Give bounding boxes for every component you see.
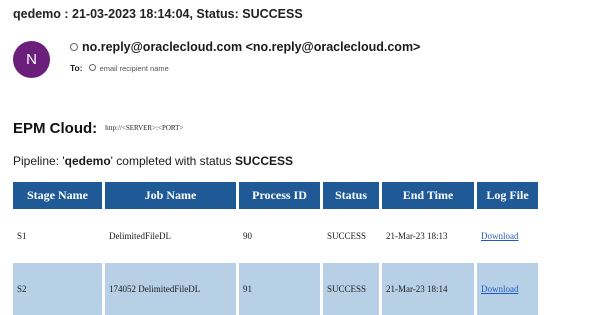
recipient-line: To: email recipient name — [70, 63, 169, 73]
table-row: S2 174052 DelimitedFileDL 91 SUCCESS 21-… — [13, 263, 538, 315]
presence-icon — [70, 42, 78, 51]
cell-process-id: 90 — [239, 209, 320, 263]
cell-job-name: 174052 DelimitedFileDL — [105, 263, 236, 315]
pipeline-prefix: Pipeline: ' — [13, 154, 65, 168]
cell-end-time: 21-Mar-23 18:14 — [382, 263, 474, 315]
cell-process-id: 91 — [239, 263, 320, 315]
cell-status: SUCCESS — [323, 263, 379, 315]
avatar-initial: N — [26, 51, 37, 68]
server-url: http://<SERVER>:<PORT> — [105, 124, 184, 132]
pipeline-middle: ' completed with status — [110, 154, 236, 168]
epm-heading: EPM Cloud: http://<SERVER>:<PORT> — [13, 120, 183, 138]
download-link[interactable]: Download — [481, 231, 519, 241]
to-label: To: — [70, 63, 83, 73]
cell-log-file: Download — [477, 209, 538, 263]
presence-icon — [88, 64, 96, 72]
table-header-row: Stage Name Job Name Process ID Status En… — [13, 182, 538, 209]
header-end-time: End Time — [382, 182, 474, 209]
header-process-id: Process ID — [239, 182, 320, 209]
epm-title: EPM Cloud: — [13, 120, 98, 137]
sender-avatar: N — [13, 41, 50, 78]
cell-end-time: 21-Mar-23 18:13 — [382, 209, 474, 263]
cell-log-file: Download — [477, 263, 538, 315]
pipeline-status-line: Pipeline: 'qedemo' completed with status… — [13, 154, 293, 168]
header-job-name: Job Name — [105, 182, 236, 209]
table-row: S1 DelimitedFileDL 90 SUCCESS 21-Mar-23 … — [13, 209, 538, 263]
cell-stage-name: S2 — [13, 263, 102, 315]
header-status: Status — [323, 182, 379, 209]
email-subject: qedemo : 21-03-2023 18:14:04, Status: SU… — [13, 7, 303, 21]
sender-address[interactable]: no.reply@oraclecloud.com <no.reply@oracl… — [82, 40, 420, 54]
download-link[interactable]: Download — [481, 284, 519, 294]
recipient-name[interactable]: email recipient name — [100, 64, 169, 73]
header-log-file: Log File — [477, 182, 538, 209]
job-status-table: Stage Name Job Name Process ID Status En… — [10, 182, 541, 315]
pipeline-status: SUCCESS — [235, 154, 294, 168]
cell-stage-name: S1 — [13, 209, 102, 263]
sender-line: no.reply@oraclecloud.com <no.reply@oracl… — [70, 40, 420, 54]
pipeline-name: qedemo — [64, 154, 111, 168]
cell-job-name: DelimitedFileDL — [105, 209, 236, 263]
cell-status: SUCCESS — [323, 209, 379, 263]
header-stage-name: Stage Name — [13, 182, 102, 209]
